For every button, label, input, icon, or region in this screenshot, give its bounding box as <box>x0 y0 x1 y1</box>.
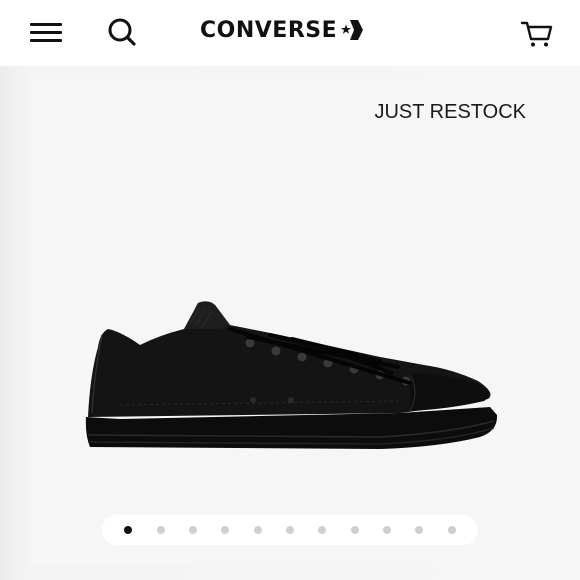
black-leather-sneaker-image <box>85 301 498 449</box>
hamburger-menu-icon[interactable] <box>28 18 64 46</box>
menu-line <box>30 23 62 26</box>
menu-line <box>30 39 62 42</box>
product-page: CONVERSE JUST RESTOCK <box>0 0 580 580</box>
carousel-dot[interactable] <box>383 526 392 534</box>
menu-line <box>30 31 62 34</box>
carousel-dot[interactable] <box>350 526 359 534</box>
star-chevron-icon <box>341 20 364 40</box>
carousel-dot[interactable] <box>124 526 133 534</box>
carousel-dot[interactable] <box>253 526 262 534</box>
cart-icon[interactable] <box>518 16 554 50</box>
carousel-dot[interactable] <box>156 526 165 534</box>
logo-text: CONVERSE <box>200 17 338 43</box>
carousel-dot[interactable] <box>447 526 456 534</box>
top-navigation-bar: CONVERSE <box>0 0 580 66</box>
search-icon[interactable] <box>106 16 138 48</box>
carousel-dot[interactable] <box>285 526 294 534</box>
product-image-card[interactable]: JUST RESTOCK <box>30 73 550 563</box>
carousel-dot[interactable] <box>415 526 424 534</box>
converse-logo[interactable]: CONVERSE <box>200 15 380 45</box>
carousel-pagination <box>102 515 478 545</box>
carousel-dot[interactable] <box>221 526 230 534</box>
restock-badge: JUST RESTOCK <box>374 101 526 123</box>
carousel-dot[interactable] <box>188 526 197 534</box>
carousel-dot[interactable] <box>318 526 327 534</box>
